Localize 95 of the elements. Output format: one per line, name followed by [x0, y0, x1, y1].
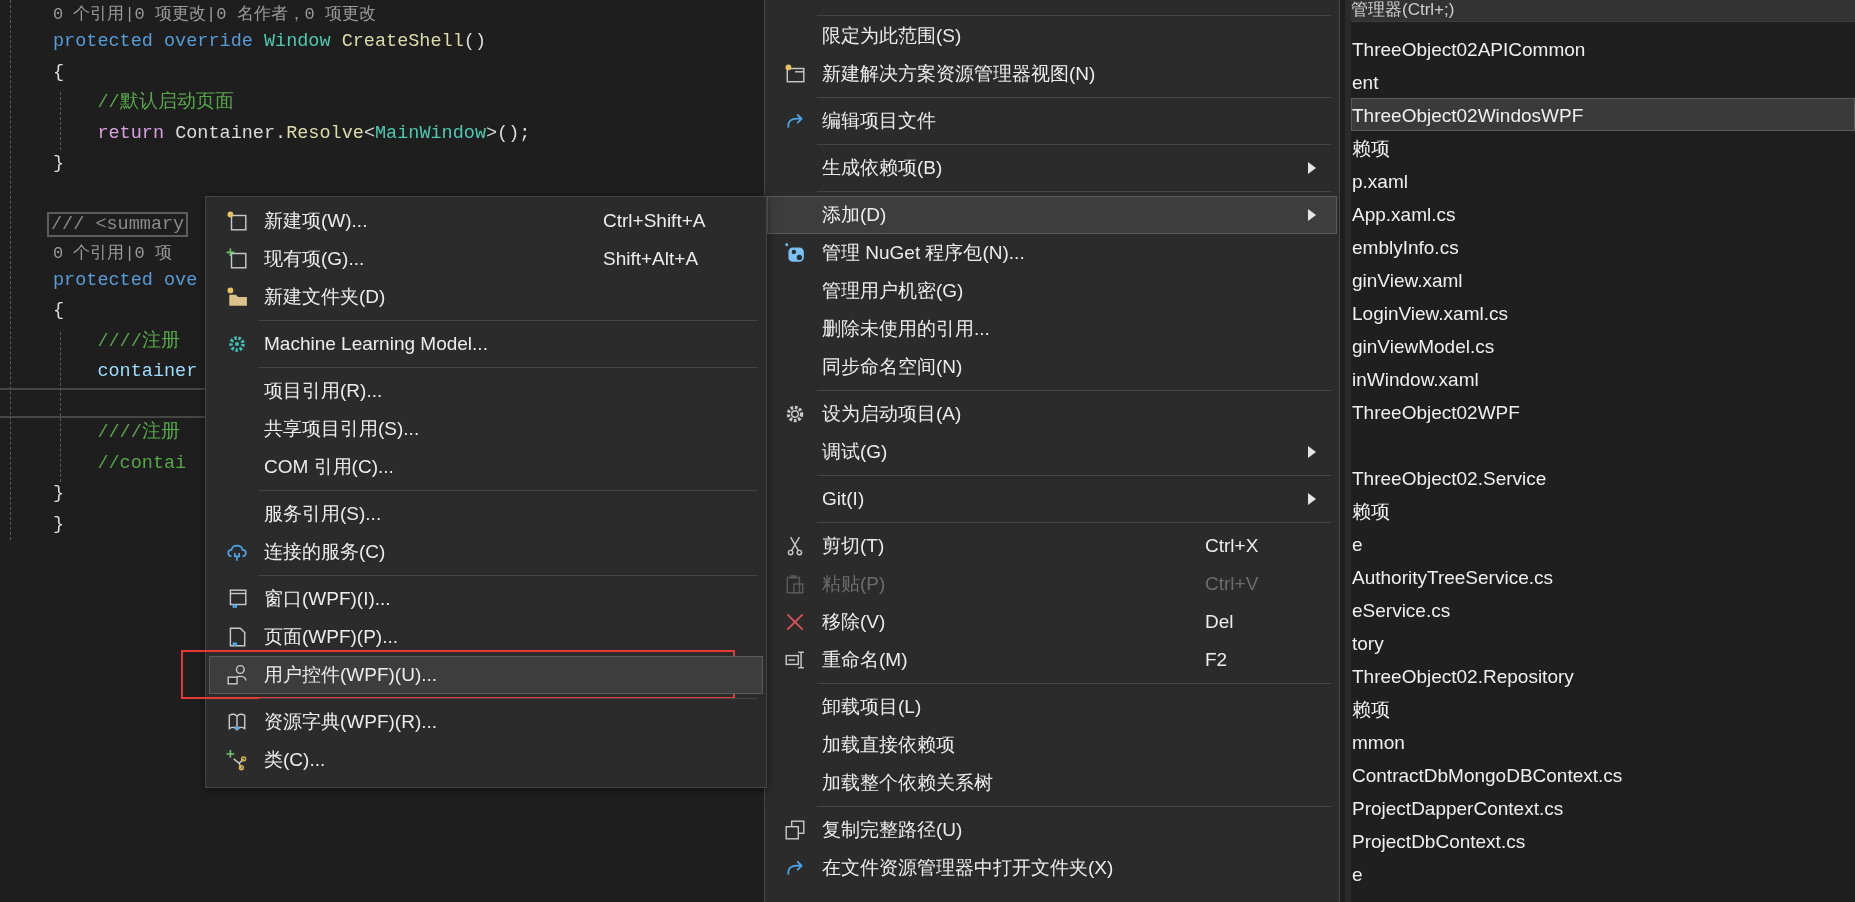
copy-icon [784, 819, 806, 841]
tree-item[interactable]: ginViewModel.cs [1351, 329, 1855, 362]
tree-item[interactable]: mmon [1351, 725, 1855, 758]
menu-item[interactable]: 窗口(WPF)(I)... [209, 580, 763, 618]
menu-item[interactable]: 移除(V) Del [767, 603, 1337, 641]
menu-item[interactable]: 编辑项目文件 [767, 102, 1337, 140]
clipboard-icon [784, 573, 806, 595]
tree-item[interactable]: ThreeObject02.Repository [1351, 659, 1855, 692]
menu-item[interactable]: 新建项(W)... Ctrl+Shift+A [209, 202, 763, 240]
menu-item[interactable]: 剪切(T) Ctrl+X [767, 527, 1337, 565]
menu-item[interactable]: 资源字典(WPF)(R)... [209, 703, 763, 741]
menu-item[interactable]: 加载整个依赖关系树 [767, 764, 1337, 802]
tree-item[interactable]: AuthorityTreeService.cs [1351, 560, 1855, 593]
menu-item[interactable]: 重命名(M) F2 [767, 641, 1337, 679]
book-icon [226, 711, 248, 733]
tree-item[interactable]: inWindow.xaml [1351, 362, 1855, 395]
menu-item[interactable]: 复制完整路径(U) [767, 811, 1337, 849]
class-icon [226, 749, 248, 771]
menu-item[interactable]: Git(I) [767, 480, 1337, 518]
code-line: { [52, 299, 65, 323]
code-lens-text: 0 个引用|0 项 [52, 242, 172, 265]
tree-item[interactable]: e [1351, 527, 1855, 560]
cross-icon [784, 611, 806, 633]
search-field[interactable]: 管理器(Ctrl+;) [1351, 0, 1855, 22]
code-line: //contai [96, 451, 187, 476]
tree-item[interactable]: LoginView.xaml.cs [1351, 296, 1855, 329]
tree-item[interactable]: ThreeObject02WPF [1351, 395, 1855, 428]
menu-item[interactable]: 服务引用(S)... [209, 495, 763, 533]
tree-item[interactable]: tory [1351, 626, 1855, 659]
tree-item[interactable]: 赖项 [1351, 131, 1855, 164]
menu-item[interactable]: 同步命名空间(N) [767, 348, 1337, 386]
menu-item[interactable]: 页面(WPF)(P)... [209, 618, 763, 656]
gear-icon [784, 403, 806, 425]
menu-item[interactable]: 项目引用(R)... [209, 372, 763, 410]
rename-icon [784, 649, 806, 671]
tree-item[interactable]: 赖项 [1351, 494, 1855, 527]
add-file-icon [226, 248, 248, 270]
menu-item[interactable]: 现有项(G)... Shift+Alt+A [209, 240, 763, 278]
menu-item[interactable]: 类(C)... [209, 741, 763, 779]
window-star-icon [784, 63, 806, 85]
tree-item[interactable]: 赖项 [1351, 692, 1855, 725]
menu-item[interactable]: 添加(D) [767, 196, 1337, 234]
menu-item[interactable]: 加载直接依赖项 [767, 726, 1337, 764]
tree-item[interactable]: p.xaml [1351, 164, 1855, 197]
shortcut-label: Del [1205, 611, 1234, 633]
code-lens-text: 0 个引用|0 项更改|0 名作者，0 项更改 [52, 4, 377, 26]
tree-item[interactable]: ThreeObject02WindosWPF [1351, 98, 1855, 131]
code-line: } [52, 482, 65, 506]
menu-item[interactable]: COM 引用(C)... [209, 448, 763, 486]
tree-item[interactable]: ginView.xaml [1351, 263, 1855, 296]
shortcut-label: Ctrl+X [1205, 535, 1259, 557]
code-line: container [96, 360, 198, 384]
code-line: ////注册 [96, 420, 180, 445]
user-control-icon [226, 664, 248, 686]
menu-item[interactable]: 新建解决方案资源管理器视图(N) [767, 55, 1337, 93]
menu-item[interactable]: 在文件资源管理器中打开文件夹(X) [767, 849, 1337, 887]
menu-item[interactable]: 管理 NuGet 程序包(N)... [767, 234, 1337, 272]
code-line: protected override Window CreateShell() [52, 30, 486, 54]
package-icon [784, 242, 806, 264]
shortcut-label: Ctrl+Shift+A [603, 210, 706, 232]
menu-item[interactable]: Machine Learning Model... [209, 325, 763, 363]
tree-item[interactable]: ProjectDbContext.cs [1351, 824, 1855, 857]
menu-item[interactable]: 生成依赖项(B) [767, 149, 1337, 187]
tree-item[interactable]: ThreeObject02.Service [1351, 461, 1855, 494]
tree-item[interactable]: ProjectDapperContext.cs [1351, 791, 1855, 824]
code-line: { [52, 60, 65, 85]
code-line: } [52, 152, 65, 176]
tree-item[interactable]: ThreeObject02APICommon [1351, 32, 1855, 65]
menu-item[interactable]: 管理用户机密(G) [767, 272, 1337, 310]
code-line: return Container.Resolve<MainWindow>(); [96, 121, 531, 146]
menu-item[interactable]: 调试(G) [767, 433, 1337, 471]
menu-item[interactable]: 用户控件(WPF)(U)... [209, 656, 763, 694]
code-line: //默认启动页面 [96, 90, 234, 115]
gear-icon [226, 333, 248, 355]
tree-item[interactable]: e [1351, 857, 1855, 890]
new-file-icon [226, 210, 248, 232]
menu-item[interactable]: 删除未使用的引用... [767, 310, 1337, 348]
menu-item[interactable]: 卸载项目(L) [767, 688, 1337, 726]
tree-item[interactable]: App.xaml.cs [1351, 197, 1855, 230]
menu-item[interactable]: 设为启动项目(A) [767, 395, 1337, 433]
code-line: ////注册 [96, 329, 180, 354]
shortcut-label: Ctrl+V [1205, 573, 1259, 595]
code-line: } [52, 512, 65, 537]
tree-item[interactable]: ent [1351, 65, 1855, 98]
tree-item[interactable]: ContractDbMongoDBContext.cs [1351, 758, 1855, 791]
menu-item[interactable]: 新建文件夹(D) [209, 278, 763, 316]
shortcut-label: F2 [1205, 649, 1228, 671]
tree-item[interactable]: emblyInfo.cs [1351, 230, 1855, 263]
menu-item[interactable]: 连接的服务(C) [209, 533, 763, 571]
menu-item[interactable]: 限定为此范围(S) [767, 17, 1337, 55]
shortcut-label: Shift+Alt+A [603, 248, 699, 270]
menu-item[interactable]: 共享项目引用(S)... [209, 410, 763, 448]
code-line: protected ove [52, 268, 198, 293]
new-folder-icon [226, 286, 248, 308]
tree-item[interactable]: eService.cs [1351, 593, 1855, 626]
